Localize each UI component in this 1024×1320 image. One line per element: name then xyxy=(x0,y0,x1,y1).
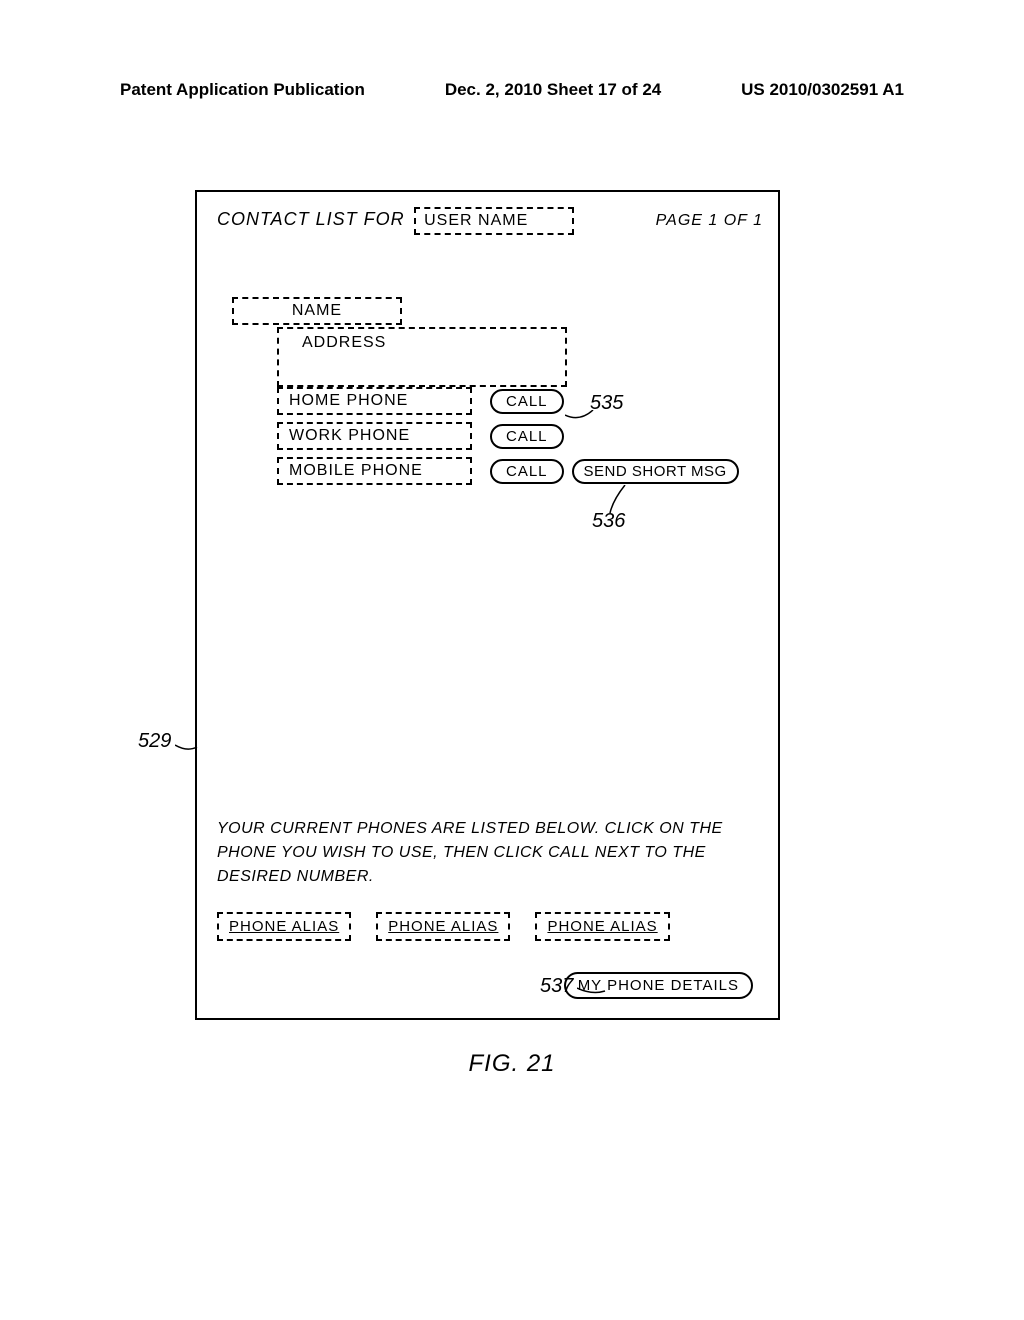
reference-535: 535 xyxy=(590,392,623,415)
page-indicator: PAGE 1 OF 1 xyxy=(656,212,763,230)
ui-screen-frame: CONTACT LIST FOR USER NAME PAGE 1 OF 1 N… xyxy=(195,190,780,1020)
call-work-button[interactable]: CALL xyxy=(490,424,564,449)
phone-alias-3[interactable]: PHONE ALIAS xyxy=(535,912,669,941)
patent-header: Patent Application Publication Dec. 2, 2… xyxy=(0,80,1024,100)
figure-caption: FIG. 21 xyxy=(0,1050,1024,1078)
home-phone-row: HOME PHONE CALL xyxy=(277,387,564,415)
contact-name-field[interactable]: NAME xyxy=(232,297,402,325)
title-prefix: CONTACT LIST FOR xyxy=(217,209,405,229)
send-sms-button[interactable]: SEND SHORT MSG xyxy=(572,459,739,484)
phone-alias-row: PHONE ALIAS PHONE ALIAS PHONE ALIAS xyxy=(217,912,670,941)
address-label: ADDRESS xyxy=(287,332,557,352)
call-home-button[interactable]: CALL xyxy=(490,389,564,414)
title-row: CONTACT LIST FOR USER NAME PAGE 1 OF 1 xyxy=(217,207,763,235)
header-patent-number: US 2010/0302591 A1 xyxy=(741,80,904,100)
phone-alias-1[interactable]: PHONE ALIAS xyxy=(217,912,351,941)
leader-line-535 xyxy=(565,410,595,430)
instructions-text: YOUR CURRENT PHONES ARE LISTED BELOW. CL… xyxy=(217,817,758,889)
user-name-field[interactable]: USER NAME xyxy=(414,207,574,235)
work-phone-row: WORK PHONE CALL xyxy=(277,422,564,450)
work-phone-field[interactable]: WORK PHONE xyxy=(277,422,472,450)
leader-line-536 xyxy=(605,485,630,515)
call-mobile-button[interactable]: CALL xyxy=(490,459,564,484)
contact-address-field[interactable]: ADDRESS xyxy=(277,327,567,387)
phone-alias-2[interactable]: PHONE ALIAS xyxy=(376,912,510,941)
reference-529: 529 xyxy=(138,730,171,753)
leader-line-537 xyxy=(577,983,607,998)
home-phone-field[interactable]: HOME PHONE xyxy=(277,387,472,415)
reference-537: 537 xyxy=(540,975,573,998)
title-group: CONTACT LIST FOR USER NAME xyxy=(217,207,574,235)
mobile-phone-row: MOBILE PHONE CALL SEND SHORT MSG xyxy=(277,457,739,485)
header-publication: Patent Application Publication xyxy=(120,80,365,100)
leader-line-529 xyxy=(175,742,200,757)
mobile-phone-field[interactable]: MOBILE PHONE xyxy=(277,457,472,485)
header-date-sheet: Dec. 2, 2010 Sheet 17 of 24 xyxy=(445,80,661,100)
